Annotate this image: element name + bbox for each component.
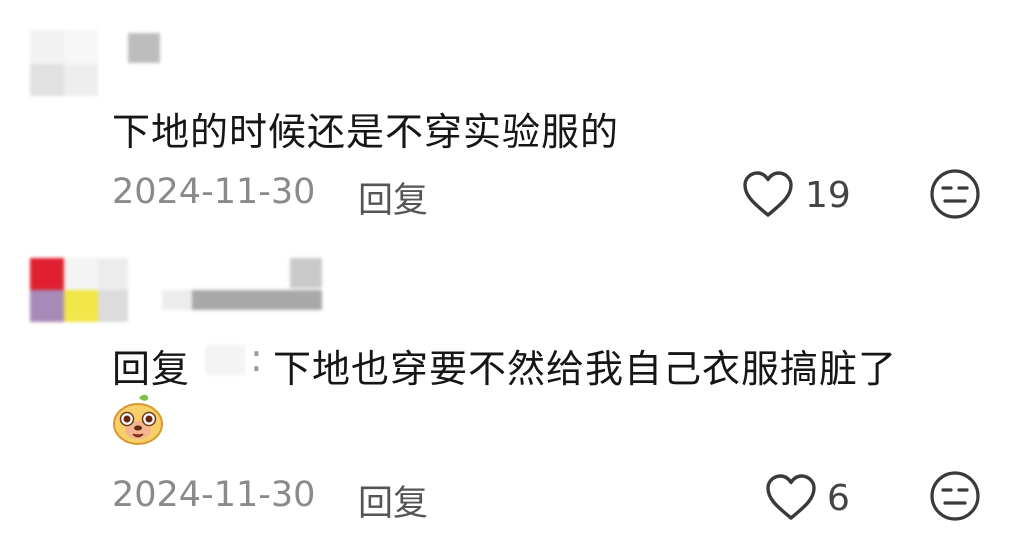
reply-button[interactable]: 回复: [358, 475, 428, 526]
comment-date: 2024-11-30: [112, 172, 316, 212]
comment-date: 2024-11-30: [112, 475, 316, 515]
reply-button[interactable]: 回复: [358, 172, 428, 223]
neutral-face-icon[interactable]: [929, 470, 981, 522]
like-count: 19: [805, 175, 851, 216]
neutral-face-icon[interactable]: [929, 168, 981, 220]
comment-text: 下地的时候还是不穿实验服的: [112, 110, 620, 154]
pig-sticker-icon: [113, 394, 163, 445]
mention-separator: :: [250, 336, 264, 380]
heart-outline-icon[interactable]: [742, 171, 794, 219]
reply-prefix[interactable]: 回复: [112, 338, 190, 393]
heart-outline-icon[interactable]: [765, 474, 817, 522]
mentioned-username[interactable]: [205, 345, 245, 375]
like-count: 6: [827, 478, 850, 519]
comment-text: 下地也穿要不然给我自己衣服搞脏了: [273, 347, 898, 391]
